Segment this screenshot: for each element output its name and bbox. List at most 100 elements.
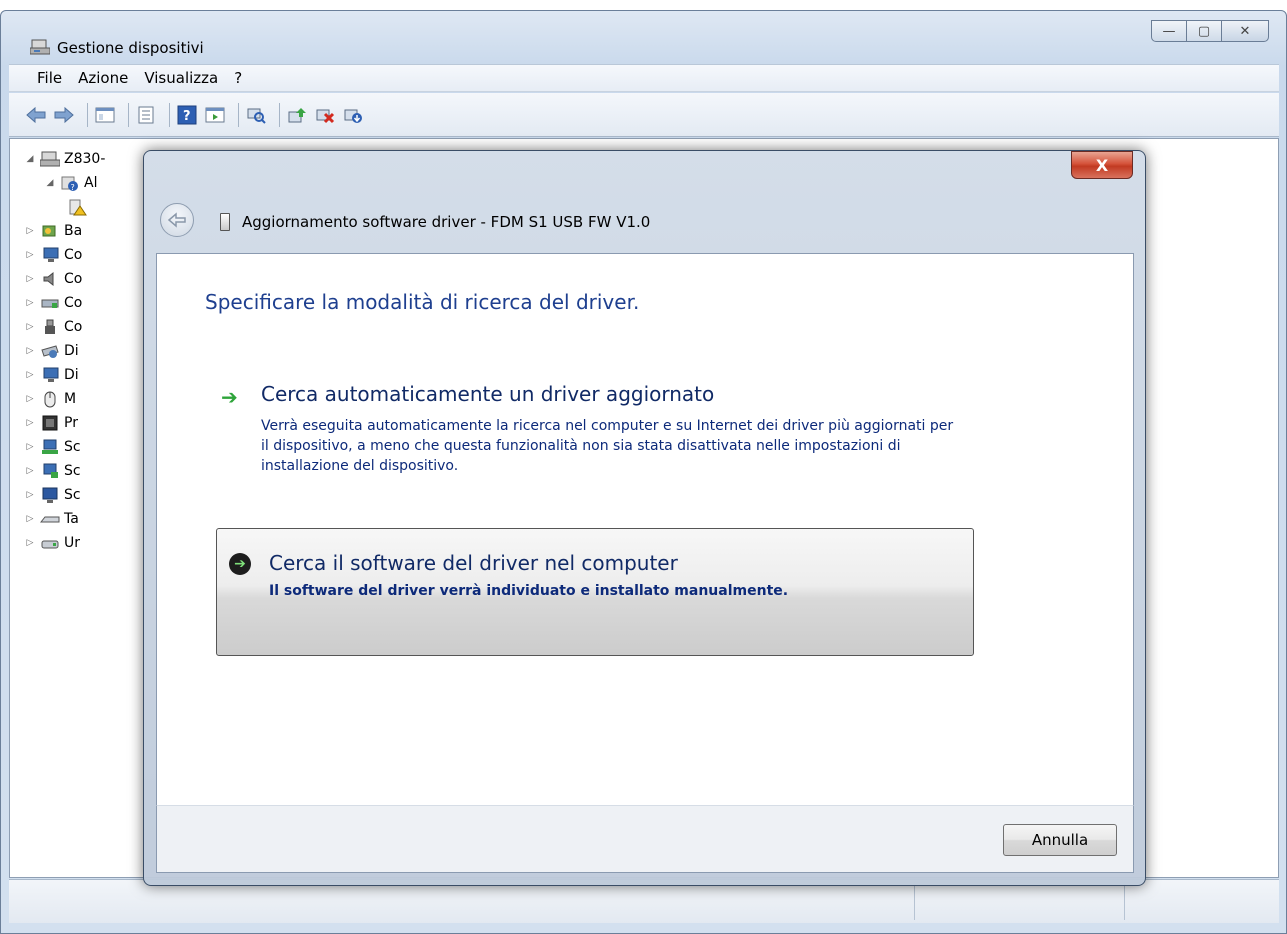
tree-item-label: Co [64, 318, 83, 335]
tree-item-warning-device[interactable] [64, 195, 92, 218]
back-arrow-icon[interactable] [25, 104, 47, 126]
console-tree-icon[interactable] [94, 104, 116, 126]
tree-item[interactable]: ▷ Sc [24, 459, 81, 482]
tree-item[interactable]: ▷ Pr [24, 411, 78, 434]
tree-root-label: Z830- [64, 150, 106, 167]
usb-plug-icon [40, 318, 60, 336]
storage-icon [40, 534, 60, 552]
expand-icon[interactable]: ▷ [24, 322, 36, 332]
warning-device-icon [68, 198, 88, 216]
expand-icon[interactable]: ▷ [24, 226, 36, 236]
action-pane-icon[interactable] [204, 104, 226, 126]
status-separator [914, 884, 915, 920]
display-icon [40, 366, 60, 384]
disable-device-icon[interactable] [314, 104, 336, 126]
toolbar-separator [238, 102, 239, 127]
back-arrow-icon [167, 212, 186, 228]
maximize-icon: ▢ [1197, 23, 1211, 39]
tree-item[interactable]: ▷ Ur [24, 531, 80, 554]
expand-icon[interactable]: ▷ [24, 274, 36, 284]
svg-text:?: ? [183, 109, 191, 124]
browse-computer-description: Il software del driver verrà individuato… [269, 583, 789, 599]
tree-item[interactable]: ▷ Sc [24, 483, 81, 506]
search-automatically-description: Verrà eseguita automaticamente la ricerc… [261, 418, 954, 474]
scan-hardware-icon[interactable] [245, 104, 267, 126]
tree-root[interactable]: ◢ Z830- [24, 147, 106, 170]
disk-icon [40, 342, 60, 360]
close-icon: ✕ [1239, 23, 1251, 39]
expand-icon[interactable]: ▷ [24, 490, 36, 500]
cancel-button[interactable]: Annulla [1003, 824, 1117, 856]
uninstall-device-icon[interactable] [342, 104, 364, 126]
tree-item-label: Pr [64, 414, 78, 431]
tree-item[interactable]: ▷ M [24, 387, 76, 410]
expand-icon[interactable]: ▷ [24, 370, 36, 380]
help-icon[interactable]: ? [176, 104, 198, 126]
properties-icon[interactable] [135, 104, 157, 126]
expand-icon[interactable]: ▷ [24, 346, 36, 356]
svg-text:?: ? [71, 183, 75, 192]
dialog-body: Specificare la modalità di ricerca del d… [156, 253, 1134, 805]
mouse-icon [40, 390, 60, 408]
toolbar-separator [128, 102, 129, 127]
tree-item-label: Sc [64, 462, 81, 479]
toolbar: ? [9, 93, 1279, 137]
expand-icon[interactable]: ▷ [24, 514, 36, 524]
tree-item[interactable]: ▷ Sc [24, 435, 81, 458]
maximize-button[interactable]: ▢ [1186, 20, 1222, 42]
minimize-icon: — [1162, 23, 1176, 39]
expand-icon[interactable]: ▷ [24, 394, 36, 404]
tree-item[interactable]: ▷ Ba [24, 219, 83, 242]
close-icon: X [1095, 155, 1109, 175]
monitor-icon [40, 486, 60, 504]
tree-item-label: Co [64, 246, 83, 263]
usb-device-icon [220, 213, 230, 231]
dialog-close-button[interactable]: X [1071, 151, 1133, 179]
unknown-device-icon: ? [60, 174, 80, 192]
menu-help[interactable]: ? [234, 69, 242, 87]
collapse-icon[interactable]: ◢ [44, 178, 56, 188]
menu-file[interactable]: File [37, 69, 62, 87]
green-arrow-icon: ➔ [221, 385, 238, 409]
tree-item[interactable]: ▷ Di [24, 339, 79, 362]
tree-item[interactable]: ▷ Co [24, 291, 83, 314]
tree-item-label: Sc [64, 486, 81, 503]
browse-computer-option[interactable]: ➔ Cerca il software del driver nel compu… [216, 528, 974, 656]
back-button[interactable] [160, 203, 194, 237]
expand-icon[interactable]: ▷ [24, 298, 36, 308]
collapse-icon[interactable]: ◢ [24, 154, 36, 164]
expand-icon[interactable]: ▷ [24, 442, 36, 452]
tree-item-label: Ur [64, 534, 81, 551]
tree-item-label: Co [64, 270, 83, 287]
menu-bar: File Azione Visualizza ? [9, 64, 1279, 92]
tree-item[interactable]: ▷ Co [24, 243, 83, 266]
minimize-button[interactable]: — [1151, 20, 1187, 42]
close-button[interactable]: ✕ [1221, 20, 1269, 42]
tree-item-label: Di [64, 342, 79, 359]
expand-icon[interactable]: ▷ [24, 466, 36, 476]
tree-item-label: Al [84, 174, 98, 191]
update-driver-icon[interactable] [286, 104, 308, 126]
status-separator [1124, 884, 1125, 920]
adapter-icon [40, 462, 60, 480]
update-driver-dialog: X Aggiornamento software driver - FDM S1… [143, 150, 1146, 886]
forward-arrow-icon[interactable] [53, 104, 75, 126]
expand-icon[interactable]: ▷ [24, 538, 36, 548]
expand-icon[interactable]: ▷ [24, 418, 36, 428]
tree-item[interactable]: ◢ ? Al [44, 171, 98, 194]
menu-visualizza[interactable]: Visualizza [144, 69, 218, 87]
tree-item[interactable]: ▷ Ta [24, 507, 79, 530]
tree-item-label: Ba [64, 222, 83, 239]
tree-item[interactable]: ▷ Di [24, 363, 79, 386]
expand-icon[interactable]: ▷ [24, 250, 36, 260]
tree-item-label: Di [64, 366, 79, 383]
computer-icon [40, 246, 60, 264]
menu-azione[interactable]: Azione [78, 69, 128, 87]
tree-item[interactable]: ▷ Co [24, 315, 83, 338]
search-automatically-title: Cerca automaticamente un driver aggiorna… [261, 382, 715, 406]
network-adapter-icon [40, 438, 60, 456]
browse-computer-title: Cerca il software del driver nel compute… [269, 551, 678, 575]
toolbar-separator [87, 102, 88, 127]
tree-item[interactable]: ▷ Co [24, 267, 83, 290]
title-bar[interactable]: Gestione dispositivi — ▢ ✕ [0, 10, 1287, 60]
